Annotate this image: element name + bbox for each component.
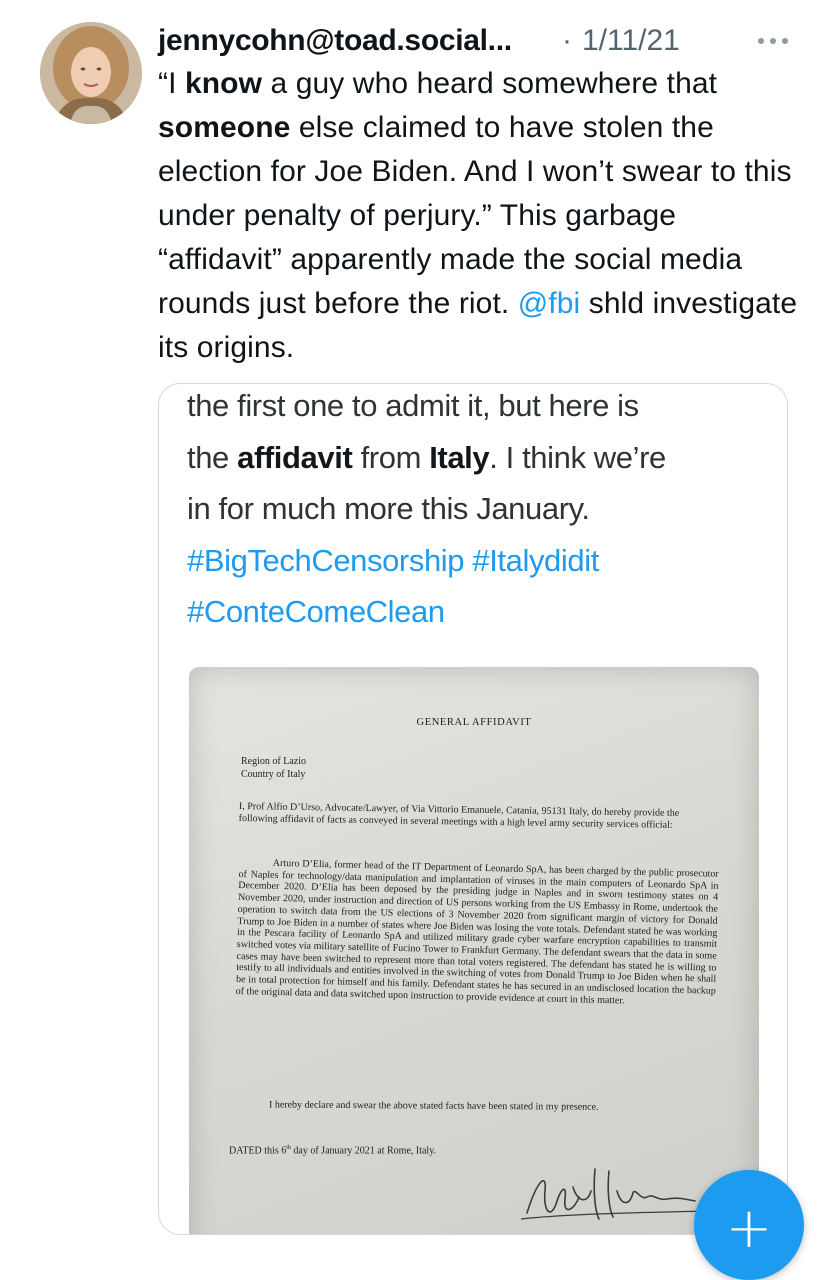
quoted-line: . I think we’re (489, 439, 666, 475)
tweet-text-bold: know (184, 67, 263, 100)
plus-icon: + (725, 1196, 773, 1261)
document-body: Arturo D’Elia, former head of the IT Dep… (235, 857, 719, 1007)
tweet-text-segment: “I (158, 67, 185, 100)
hashtag-link: #BigTechCensorship (187, 542, 465, 578)
avatar[interactable] (40, 22, 142, 124)
signature-image (520, 1168, 714, 1220)
tweet-date[interactable]: 1/11/21 (582, 24, 680, 58)
affidavit-photo: GENERAL AFFIDAVIT Region of Lazio Countr… (189, 667, 759, 1234)
separator-dot: · (562, 24, 572, 57)
compose-button[interactable]: + (694, 1170, 804, 1280)
quoted-line: the first one to admit it, but here is (187, 388, 639, 423)
document-declaration: I hereby declare and swear the above sta… (268, 1099, 599, 1113)
more-options-icon[interactable] (758, 36, 788, 46)
affidavit-document: GENERAL AFFIDAVIT Region of Lazio Countr… (189, 667, 759, 1234)
document-dated: DATED this 6th day of January 2021 at Ro… (229, 1145, 436, 1156)
quoted-image-card[interactable]: the first one to admit it, but here is t… (158, 383, 788, 1235)
document-title: GENERAL AFFIDAVIT (416, 717, 532, 728)
hashtag-link: #Italydidit (472, 542, 599, 578)
document-intro: I, Prof Alfio D’Urso, Advocate/Lawyer, o… (238, 801, 680, 831)
dated-text: DATED this 6 (229, 1145, 287, 1157)
document-region: Region of Lazio Country of Italy (241, 755, 306, 781)
tweet-text: “I know a guy who heard somewhere that s… (158, 62, 798, 370)
tweet-text-bold: someone (158, 111, 291, 144)
tweet-text-segment: a guy who heard somewhere that (262, 67, 718, 100)
tweet-header: jennycohn@toad.social... · 1/11/21 (158, 18, 788, 62)
region-line: Region of Lazio (241, 756, 306, 767)
quoted-line: from (352, 439, 430, 475)
hashtag-link: #ConteComeClean (187, 594, 445, 629)
quoted-line: the (187, 439, 238, 475)
quoted-bold: affidavit (237, 439, 353, 475)
username[interactable]: jennycohn@toad.social... (158, 24, 512, 58)
avatar-photo (40, 22, 142, 124)
mention-link[interactable]: @fbi (518, 287, 581, 320)
region-line: Country of Italy (241, 769, 306, 780)
quoted-line: in for much more this January. (187, 491, 590, 526)
dated-text: day of January 2021 at Rome, Italy. (290, 1145, 437, 1157)
quoted-bold: Italy (429, 439, 490, 475)
quoted-text: the first one to admit it, but here is t… (187, 384, 767, 638)
